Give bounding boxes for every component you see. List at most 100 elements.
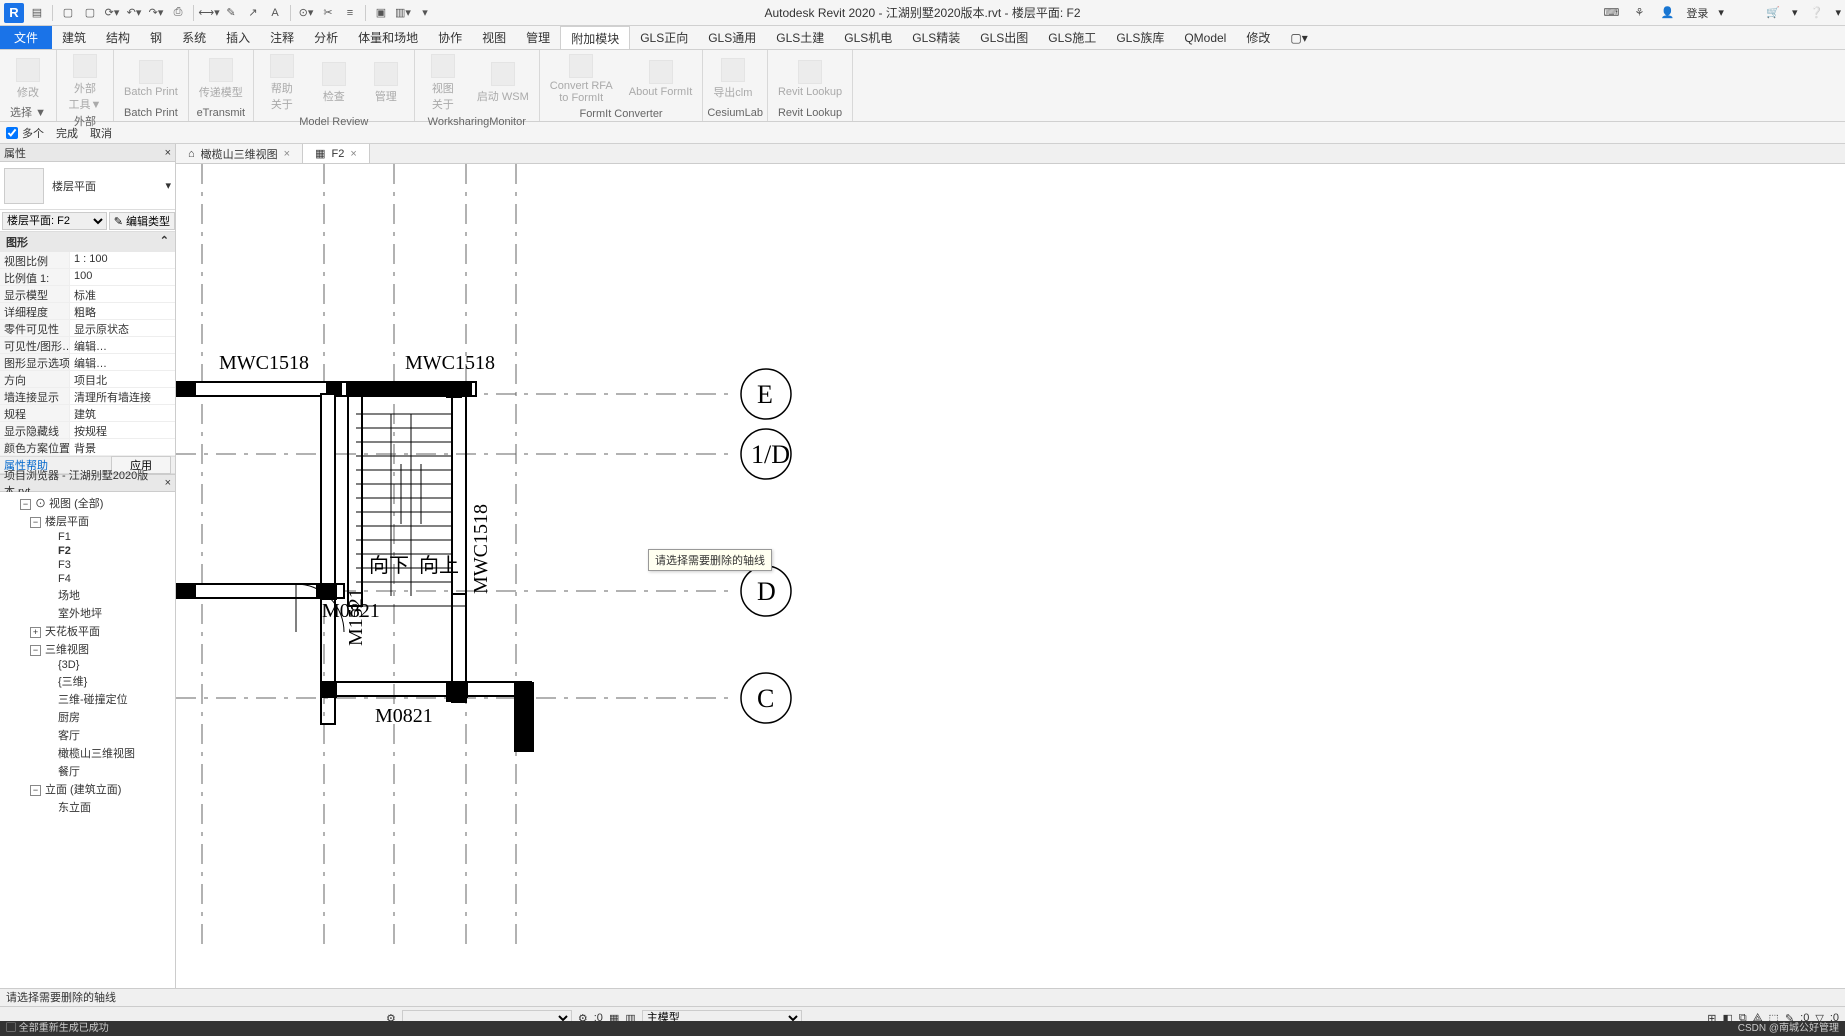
ribbon-tab-附加模块[interactable]: 附加模块	[560, 26, 630, 49]
tree-item[interactable]: 室外地坪	[0, 604, 175, 622]
tree-item[interactable]: −立面 (建筑立面)	[0, 780, 175, 798]
keyboard-icon[interactable]: ⌨	[1602, 4, 1620, 22]
tree-item[interactable]: +天花板平面	[0, 622, 175, 640]
tree-item[interactable]: 橄榄山三维视图	[0, 744, 175, 762]
ribbon-tab-钢[interactable]: 钢	[140, 26, 172, 49]
ribbon-tab-GLS土建[interactable]: GLS土建	[766, 26, 834, 49]
ribbon-tab-GLS通用[interactable]: GLS通用	[698, 26, 766, 49]
property-row[interactable]: 可见性/图形…编辑…	[0, 337, 175, 354]
sync-icon[interactable]: ⟳▾	[103, 4, 121, 22]
property-row[interactable]: 视图比例1 : 100	[0, 252, 175, 269]
qat-dropdown-icon[interactable]: ▾	[416, 4, 434, 22]
tree-item[interactable]: F1	[0, 530, 175, 544]
ribbon-tab-分析[interactable]: 分析	[304, 26, 348, 49]
property-row[interactable]: 比例值 1:100	[0, 269, 175, 286]
property-row[interactable]: 显示隐藏线按规程	[0, 422, 175, 439]
tree-item[interactable]: 三维-碰撞定位	[0, 690, 175, 708]
section-icon[interactable]: ✂	[319, 4, 337, 22]
drawing-canvas[interactable]: E1/DDCMWC1518MWC1518MWC1518M0821M1521M08…	[176, 164, 1845, 1006]
share-icon[interactable]: ⚘	[1630, 4, 1648, 22]
print-icon[interactable]: ⎙	[169, 4, 187, 22]
ribbon-tab-GLS施工[interactable]: GLS施工	[1038, 26, 1106, 49]
redo-icon[interactable]: ↷▾	[147, 4, 165, 22]
tree-item[interactable]: −三维视图	[0, 640, 175, 658]
ribbon-button: 传递模型	[193, 52, 249, 105]
close-inactive-icon[interactable]: ▣	[372, 4, 390, 22]
multi-checkbox[interactable]: 多个	[6, 125, 44, 141]
ribbon-mode-icon[interactable]: ▢▾	[1280, 26, 1317, 49]
ribbon-tab-结构[interactable]: 结构	[96, 26, 140, 49]
property-row[interactable]: 零件可见性显示原状态	[0, 320, 175, 337]
view-tabs: ⌂橄榄山三维视图×▦F2×	[176, 144, 1845, 164]
collapse-icon[interactable]: ⌃	[160, 234, 169, 250]
ribbon-tab-修改[interactable]: 修改	[1236, 26, 1280, 49]
ribbon-tab-GLS精装[interactable]: GLS精装	[902, 26, 970, 49]
property-row[interactable]: 墙连接显示清理所有墙连接	[0, 388, 175, 405]
property-row[interactable]: 显示模型标准	[0, 286, 175, 303]
tree-item[interactable]: −楼层平面	[0, 512, 175, 530]
edit-type-button[interactable]: ✎ 编辑类型	[109, 212, 175, 230]
ribbon-tab-文件[interactable]: 文件	[0, 26, 52, 49]
align-dim-icon[interactable]: ✎	[222, 4, 240, 22]
property-row[interactable]: 图形显示选项编辑…	[0, 354, 175, 371]
close-icon[interactable]: ×	[165, 477, 171, 489]
ribbon-tab-协作[interactable]: 协作	[428, 26, 472, 49]
file-icon[interactable]: ▤	[28, 4, 46, 22]
default-3d-icon[interactable]: ⊙▾	[297, 4, 315, 22]
ribbon-tab-插入[interactable]: 插入	[216, 26, 260, 49]
prop-section[interactable]: 图形⌃	[0, 232, 175, 252]
view-tab[interactable]: ▦F2×	[303, 144, 370, 163]
tree-item[interactable]: 客厅	[0, 726, 175, 744]
tree-item[interactable]: 东立面	[0, 798, 175, 816]
property-row[interactable]: 规程建筑	[0, 405, 175, 422]
property-row[interactable]: 详细程度粗略	[0, 303, 175, 320]
type-selector[interactable]: 楼层平面 ▾	[0, 162, 175, 210]
ribbon-tab-视图[interactable]: 视图	[472, 26, 516, 49]
close-icon[interactable]: ×	[284, 148, 290, 160]
ribbon-tab-建筑[interactable]: 建筑	[52, 26, 96, 49]
property-row[interactable]: 颜色方案位置背景	[0, 439, 175, 456]
tree-item[interactable]: 厨房	[0, 708, 175, 726]
ribbon-tab-GLS机电[interactable]: GLS机电	[834, 26, 902, 49]
undo-icon[interactable]: ↶▾	[125, 4, 143, 22]
view-tab[interactable]: ⌂橄榄山三维视图×	[176, 144, 303, 163]
cart-icon[interactable]: 🛒	[1764, 4, 1782, 22]
user-icon[interactable]: 👤	[1658, 4, 1676, 22]
help-dropdown-icon[interactable]: ▾	[1835, 6, 1841, 19]
close-icon[interactable]: ×	[165, 147, 171, 159]
text-icon[interactable]: A	[266, 4, 284, 22]
login-dropdown-icon[interactable]: ▾	[1718, 6, 1724, 19]
open-icon[interactable]: ▢	[59, 4, 77, 22]
type-name: 楼层平面	[52, 178, 96, 194]
tree-item[interactable]: {3D}	[0, 658, 175, 672]
cart-dropdown-icon[interactable]: ▾	[1792, 6, 1798, 19]
tree-item[interactable]: F3	[0, 558, 175, 572]
login-label[interactable]: 登录	[1686, 5, 1708, 21]
switch-windows-icon[interactable]: ▥▾	[394, 4, 412, 22]
tree-item[interactable]: {三维}	[0, 672, 175, 690]
tag-icon[interactable]: ↗	[244, 4, 262, 22]
tree-item[interactable]: 餐厅	[0, 762, 175, 780]
save-icon[interactable]: ▢	[81, 4, 99, 22]
tree-root[interactable]: −⊙ 视图 (全部)	[0, 494, 175, 512]
help-icon[interactable]: ❔	[1807, 4, 1825, 22]
ribbon-tab-体量和场地[interactable]: 体量和场地	[348, 26, 428, 49]
ribbon-tab-注释[interactable]: 注释	[260, 26, 304, 49]
ribbon-tab-管理[interactable]: 管理	[516, 26, 560, 49]
tree-item[interactable]: 场地	[0, 586, 175, 604]
thin-lines-icon[interactable]: ≡	[341, 4, 359, 22]
ribbon-tab-QModel[interactable]: QModel	[1174, 26, 1236, 49]
ribbon-tab-GLS出图[interactable]: GLS出图	[970, 26, 1038, 49]
cancel-button[interactable]: 取消	[90, 125, 112, 141]
close-icon[interactable]: ×	[350, 148, 356, 160]
chevron-down-icon[interactable]: ▾	[165, 179, 171, 192]
ribbon-tab-系统[interactable]: 系统	[172, 26, 216, 49]
tree-item[interactable]: F2	[0, 544, 175, 558]
ribbon-tab-GLS正向[interactable]: GLS正向	[630, 26, 698, 49]
property-row[interactable]: 方向项目北	[0, 371, 175, 388]
ribbon-tab-GLS族库[interactable]: GLS族库	[1106, 26, 1174, 49]
instance-selector[interactable]: 楼层平面: F2	[2, 212, 107, 230]
finish-button[interactable]: 完成	[56, 125, 78, 141]
measure-icon[interactable]: ⟷▾	[200, 4, 218, 22]
tree-item[interactable]: F4	[0, 572, 175, 586]
